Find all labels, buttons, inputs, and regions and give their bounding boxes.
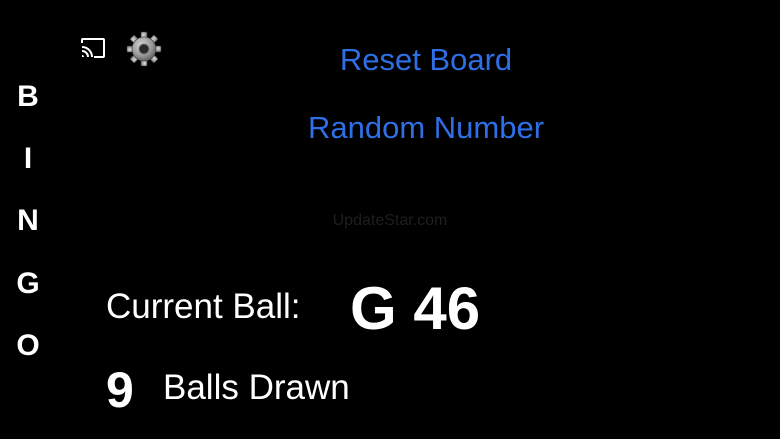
balls-drawn-count: 9 bbox=[106, 362, 134, 418]
gear-icon[interactable] bbox=[126, 31, 162, 67]
current-ball-label: Current Ball: bbox=[106, 287, 301, 326]
random-number-button[interactable]: Random Number bbox=[200, 110, 652, 146]
balls-drawn-label: Balls Drawn bbox=[163, 368, 350, 407]
bingo-letter-i: I bbox=[23, 142, 33, 175]
bingo-letter-o: O bbox=[16, 329, 40, 362]
cast-icon[interactable] bbox=[80, 37, 106, 59]
bingo-letter-n: N bbox=[17, 204, 39, 237]
current-ball-value: G 46 bbox=[350, 275, 481, 342]
watermark: UpdateStar.com bbox=[332, 212, 448, 229]
bingo-letter-g: G bbox=[16, 267, 40, 300]
reset-board-button[interactable]: Reset Board bbox=[200, 42, 652, 78]
bingo-letter-b: B bbox=[17, 80, 39, 113]
